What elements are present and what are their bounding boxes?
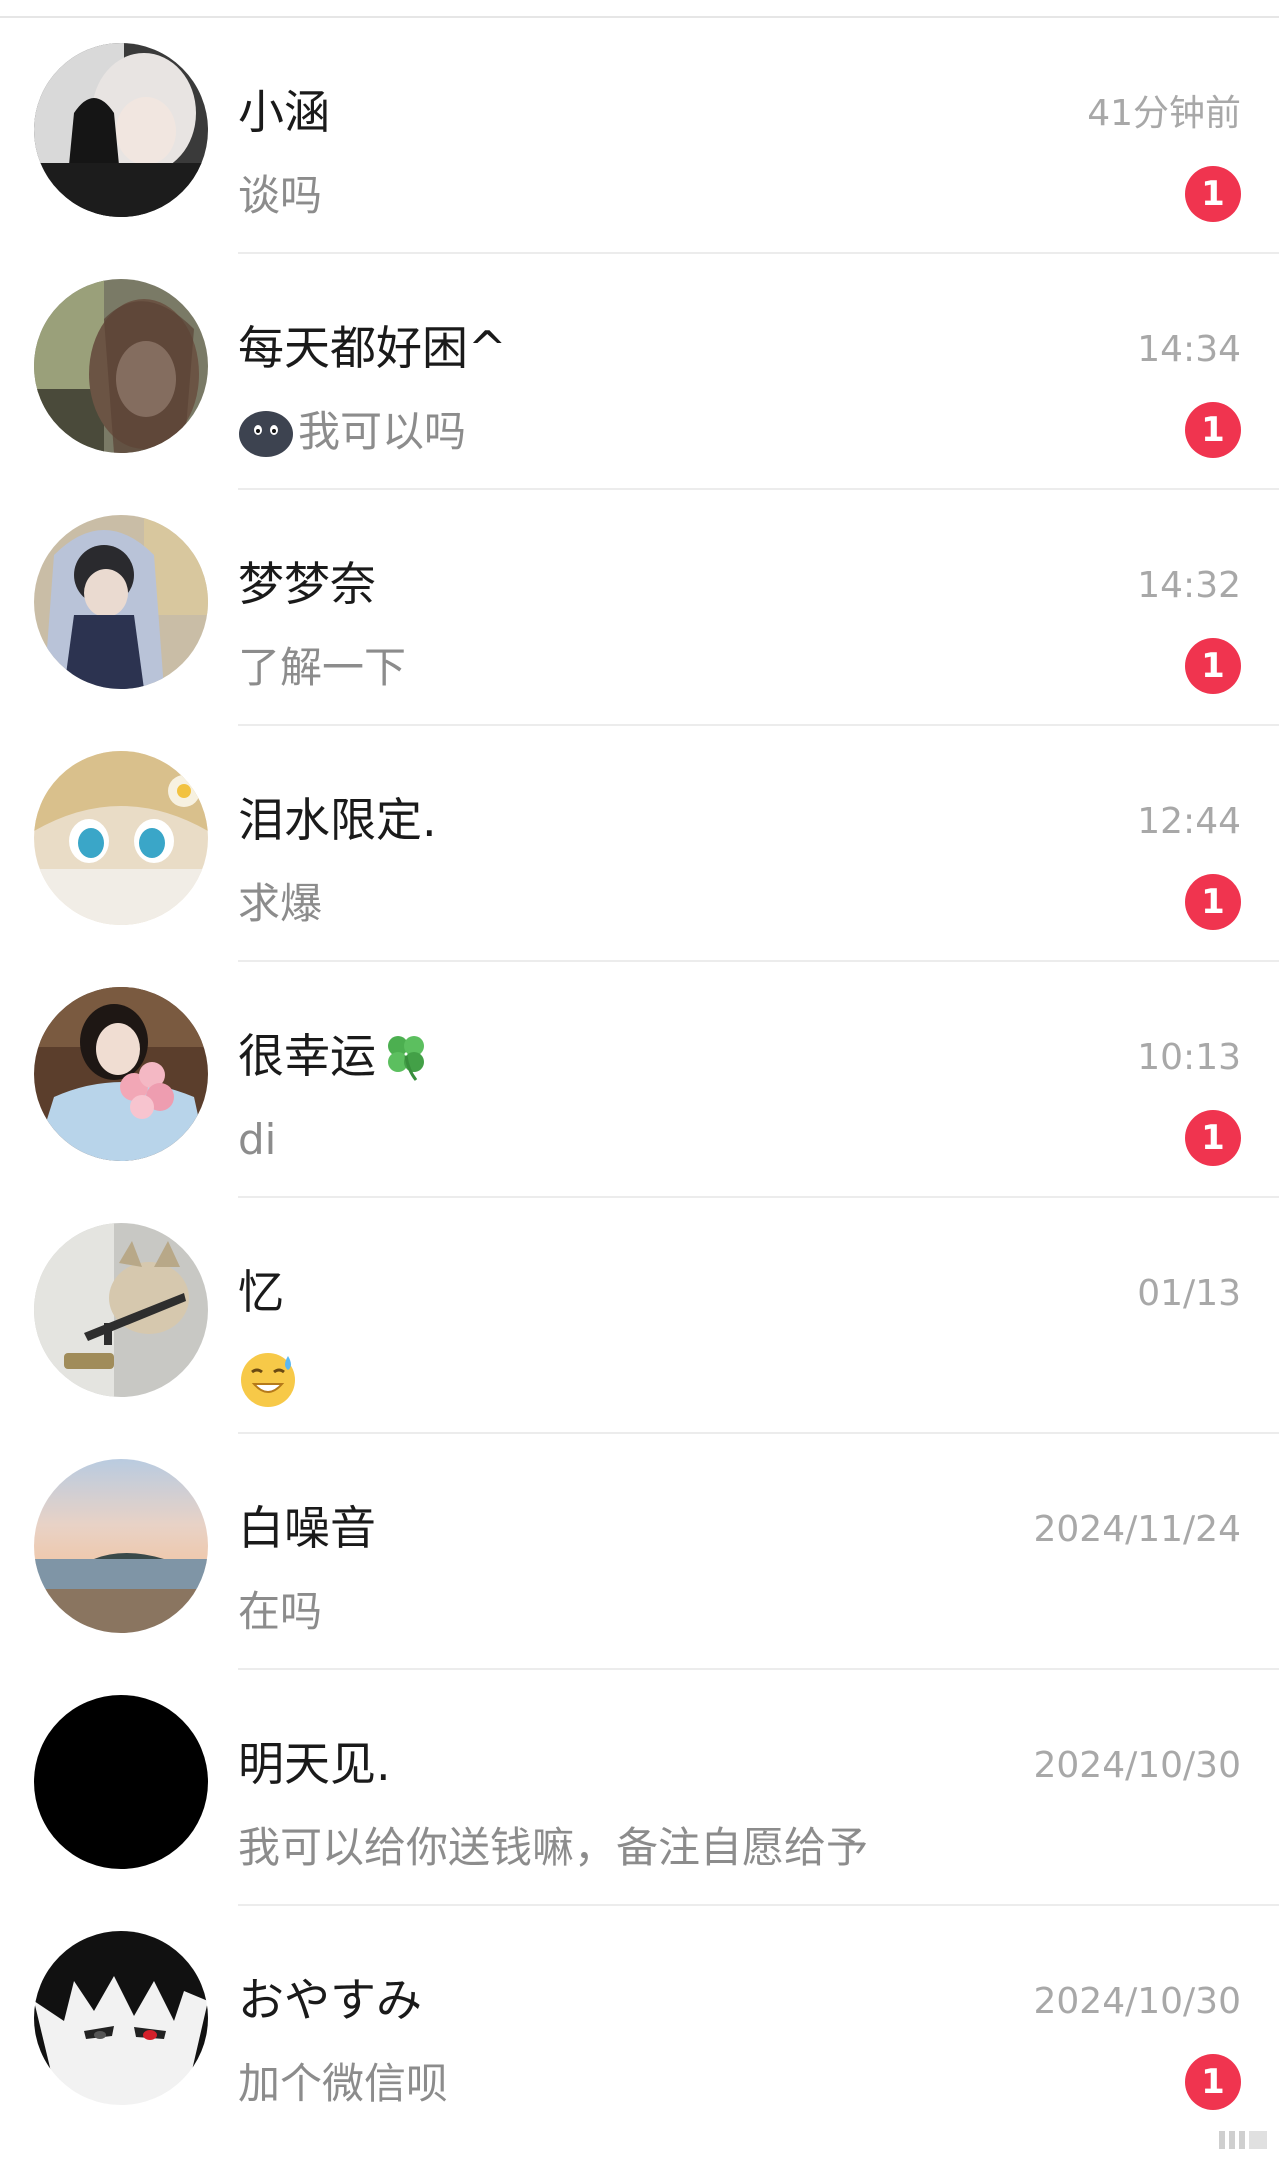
anime-boy-avatar[interactable]: [34, 1931, 208, 2105]
message-time: 12:44: [1137, 801, 1241, 842]
grinning-sweat-emoji: [241, 1353, 295, 1407]
unread-badge: 1: [1185, 166, 1241, 222]
message-preview: 加个微信呗: [238, 2059, 449, 2108]
conversation-row[interactable]: 泪水限定. 12:44 求爆 1: [0, 726, 1279, 962]
message-preview: 谈吗: [238, 171, 323, 220]
unread-badge: 1: [1185, 1110, 1241, 1166]
seascape-avatar[interactable]: [34, 1459, 208, 1633]
message-preview: 在吗: [238, 1587, 323, 1636]
contact-name: 很幸运: [238, 1028, 430, 1084]
message-preview: 求爆: [238, 879, 323, 928]
conversation-row[interactable]: 白噪音 2024/11/24 在吗: [0, 1434, 1279, 1670]
unread-badge: 1: [1185, 402, 1241, 458]
message-time: 10:13: [1137, 1037, 1241, 1078]
message-time: 2024/10/30: [1033, 1745, 1242, 1786]
conversation-list: 小涵 41分钟前 谈吗 1 每天都好困^ 14:34 我可以吗 1 梦梦奈 14…: [0, 18, 1279, 2142]
girl-white-hair-avatar[interactable]: [34, 43, 208, 217]
message-time: 2024/11/24: [1033, 1509, 1242, 1550]
contact-name: 明天见.: [238, 1737, 391, 1791]
conversation-row[interactable]: 每天都好困^ 14:34 我可以吗 1: [0, 254, 1279, 490]
message-time: 2024/10/30: [1033, 1981, 1242, 2022]
anime-doll-avatar[interactable]: [34, 751, 208, 925]
message-time: 14:32: [1137, 565, 1241, 606]
message-time: 01/13: [1137, 1273, 1241, 1314]
message-preview: di: [238, 1115, 277, 1164]
dark-face-emoji: [239, 411, 293, 457]
contact-name: 每天都好困^: [238, 321, 507, 375]
conversation-row[interactable]: 忆 01/13: [0, 1198, 1279, 1434]
message-preview: 我可以吗: [238, 406, 466, 458]
conversation-row[interactable]: 很幸运 10:13 di 1: [0, 962, 1279, 1198]
conversation-row[interactable]: 梦梦奈 14:32 了解一下 1: [0, 490, 1279, 726]
girl-flowers-avatar[interactable]: [34, 987, 208, 1161]
message-preview: 了解一下: [238, 643, 407, 692]
unread-badge: 1: [1185, 638, 1241, 694]
contact-name: 梦梦奈: [238, 557, 376, 611]
conversation-row[interactable]: おやすみ 2024/10/30 加个微信呗 1: [0, 1906, 1279, 2142]
girl-car-selfie-avatar[interactable]: [34, 279, 208, 453]
cat-with-gun-avatar[interactable]: [34, 1223, 208, 1397]
four-leaf-clover-emoji: [388, 1036, 424, 1081]
message-time: 14:34: [1137, 329, 1241, 370]
contact-name: おやすみ: [238, 1973, 422, 2027]
contact-name: 小涵: [238, 85, 330, 139]
message-preview: 我可以给你送钱嘛，备注自愿给予: [238, 1823, 869, 1872]
conversation-row[interactable]: 小涵 41分钟前 谈吗 1: [0, 18, 1279, 254]
contact-name: 忆: [238, 1265, 284, 1319]
watermark-icon: [1219, 2131, 1267, 2149]
conversation-row[interactable]: 明天见. 2024/10/30 我可以给你送钱嘛，备注自愿给予: [0, 1670, 1279, 1906]
black-avatar[interactable]: [34, 1695, 208, 1869]
contact-name: 白噪音: [238, 1501, 376, 1555]
unread-badge: 1: [1185, 2054, 1241, 2110]
message-time: 41分钟前: [1087, 93, 1241, 134]
unread-badge: 1: [1185, 874, 1241, 930]
message-preview: [238, 1350, 300, 1410]
contact-name: 泪水限定.: [238, 793, 437, 847]
girl-hoodie-avatar[interactable]: [34, 515, 208, 689]
